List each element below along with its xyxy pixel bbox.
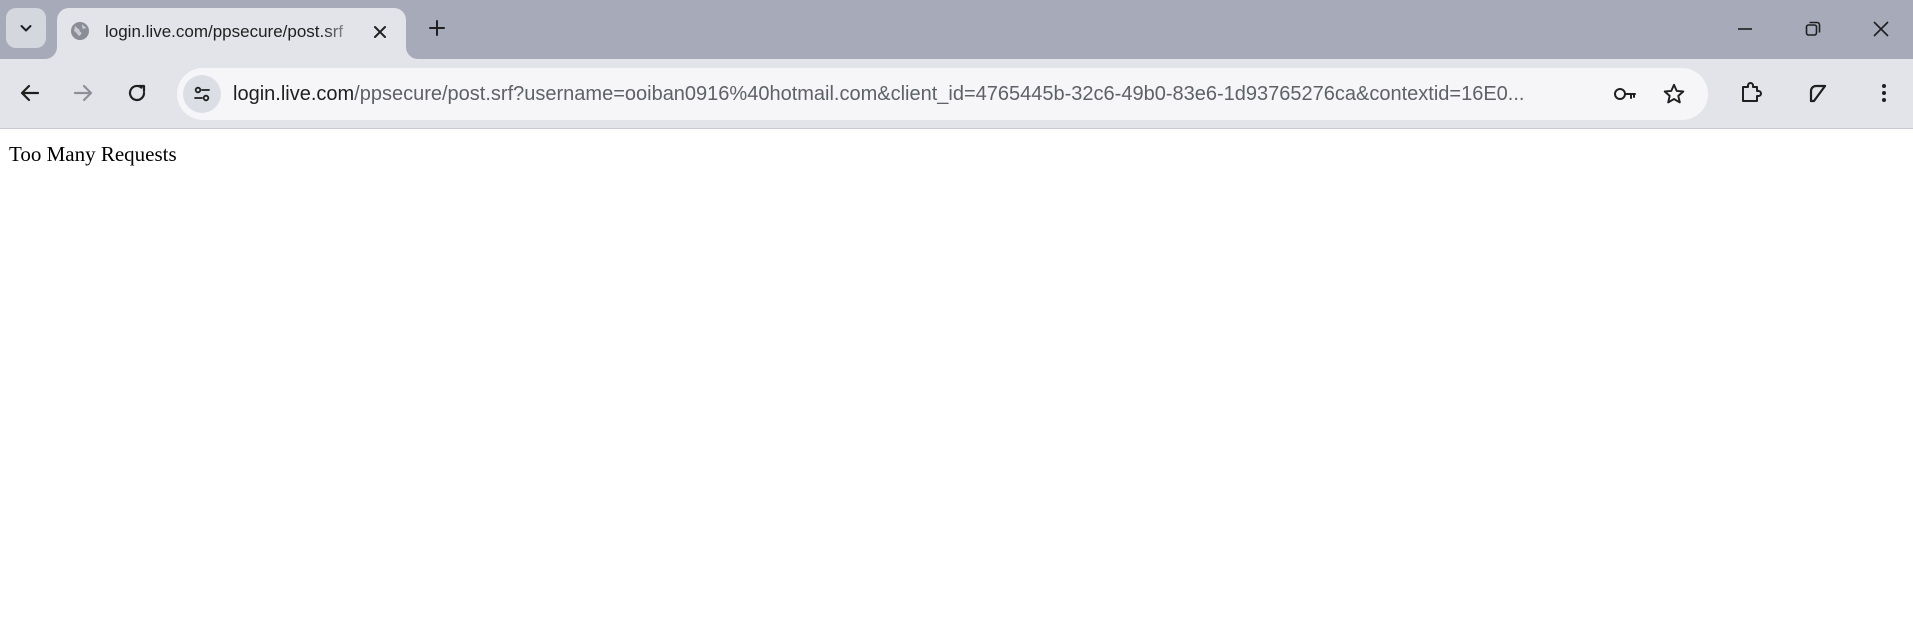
- browser-toolbar: login.live.com/ppsecure/post.srf?usernam…: [0, 59, 1913, 129]
- site-info-button[interactable]: [183, 75, 221, 113]
- extensions-button[interactable]: [1731, 73, 1771, 113]
- tab-title: login.live.com/ppsecure/post.srf: [105, 22, 344, 41]
- url-path: /ppsecure/post.srf?username=ooiban0916%4…: [354, 83, 1525, 105]
- minimize-icon: [1738, 28, 1752, 30]
- plus-icon: [429, 20, 445, 36]
- bookmark-button[interactable]: [1658, 78, 1690, 110]
- restore-icon: [1805, 21, 1821, 36]
- more-vert-icon: [1882, 84, 1886, 102]
- profile-icon: [1809, 84, 1827, 103]
- forward-button[interactable]: [63, 73, 103, 113]
- restore-button[interactable]: [1779, 0, 1847, 58]
- reload-icon: [128, 84, 146, 102]
- arrow-left-icon: [20, 84, 40, 102]
- profile-button[interactable]: [1798, 73, 1838, 113]
- chevron-down-icon: [20, 25, 32, 32]
- error-message: Too Many Requests: [9, 142, 177, 166]
- reload-button[interactable]: [117, 73, 157, 113]
- tab-close-button[interactable]: [367, 19, 393, 45]
- address-bar[interactable]: login.live.com/ppsecure/post.srf?usernam…: [177, 68, 1708, 120]
- close-icon: [1873, 21, 1889, 37]
- active-tab[interactable]: login.live.com/ppsecure/post.srf: [57, 8, 406, 59]
- star-icon: [1663, 83, 1685, 104]
- tab-strip: login.live.com/ppsecure/post.srf: [0, 0, 1913, 59]
- arrow-right-icon: [73, 84, 93, 102]
- back-button[interactable]: [10, 73, 50, 113]
- more-menu-button[interactable]: [1864, 73, 1904, 113]
- url-host: login.live.com: [233, 83, 355, 105]
- puzzle-icon: [1742, 82, 1762, 102]
- password-manager-button[interactable]: [1609, 78, 1641, 110]
- tune-icon: [194, 86, 210, 102]
- globe-icon: [69, 20, 91, 42]
- minimize-button[interactable]: [1711, 0, 1779, 58]
- key-icon: [1614, 88, 1636, 100]
- page-content: Too Many Requests: [0, 130, 1913, 630]
- new-tab-button[interactable]: [419, 10, 455, 46]
- url-text[interactable]: login.live.com/ppsecure/post.srf?usernam…: [233, 81, 1643, 107]
- window-close-button[interactable]: [1847, 0, 1913, 58]
- close-icon: [374, 26, 386, 38]
- tab-search-button[interactable]: [6, 8, 46, 48]
